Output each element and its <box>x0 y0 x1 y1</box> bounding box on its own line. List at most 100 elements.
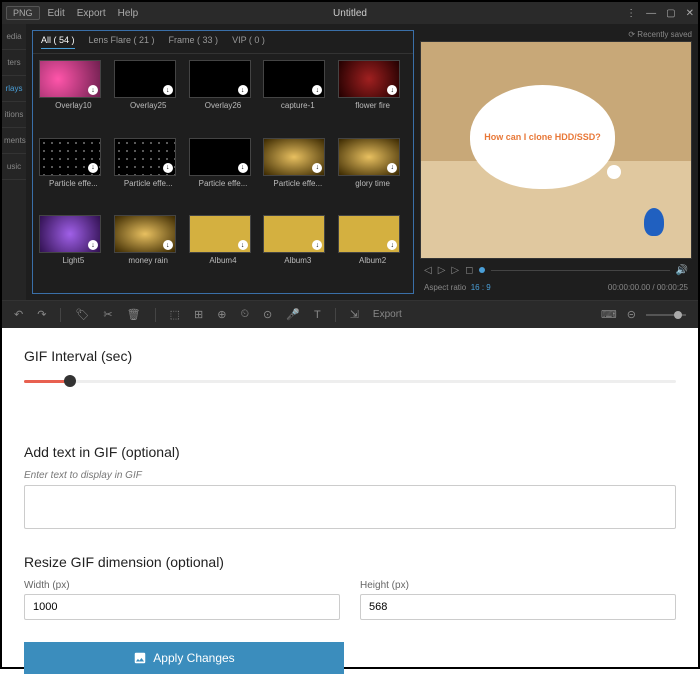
format-badge[interactable]: PNG <box>6 6 40 20</box>
playback-controls: ◁ ▷ ▷ ◻ 🔊 <box>420 259 692 281</box>
tool-icon[interactable]: ✂ <box>103 308 112 321</box>
asset-tab[interactable]: Lens Flare ( 21 ) <box>89 35 155 49</box>
thumb-image[interactable]: ↓ <box>39 215 101 253</box>
export-button[interactable]: Export <box>373 309 402 320</box>
prev-icon[interactable]: ◁ <box>424 265 432 276</box>
tool-icon[interactable]: ⊞ <box>194 308 203 321</box>
download-icon[interactable]: ↓ <box>312 85 322 95</box>
asset-thumb[interactable]: ↓Light5 <box>39 215 108 287</box>
thumb-image[interactable]: ↓ <box>263 60 325 98</box>
zoom-slider[interactable] <box>646 314 686 316</box>
download-icon[interactable]: ↓ <box>312 163 322 173</box>
playhead-dot[interactable] <box>479 267 485 273</box>
thumb-label: money rain <box>114 256 183 265</box>
asset-thumb[interactable]: ↓Album2 <box>338 215 407 287</box>
asset-thumb[interactable]: ↓Particle effe... <box>39 138 108 210</box>
asset-thumb[interactable]: ↓flower fire <box>338 60 407 132</box>
thumb-image[interactable]: ↓ <box>263 215 325 253</box>
tool-icon[interactable]: ⏲ <box>240 308 249 321</box>
thumb-image[interactable]: ↓ <box>114 215 176 253</box>
thumb-image[interactable]: ↓ <box>338 138 400 176</box>
tool-icon[interactable]: ⊝ <box>627 308 636 321</box>
volume-icon[interactable]: 🔊 <box>676 265 688 276</box>
sidebar-item-rlays[interactable]: rlays <box>2 76 26 102</box>
tool-icon[interactable]: ⬚ <box>170 308 180 321</box>
menu-help[interactable]: Help <box>118 8 139 19</box>
asset-tab[interactable]: Frame ( 33 ) <box>169 35 219 49</box>
add-text-hint: Enter text to display in GIF <box>24 470 676 481</box>
thumb-label: Overlay25 <box>114 101 183 110</box>
download-icon[interactable]: ↓ <box>88 240 98 250</box>
asset-thumb[interactable]: ↓Overlay10 <box>39 60 108 132</box>
sidebar-item-usic[interactable]: usic <box>2 154 26 180</box>
thumb-image[interactable]: ↓ <box>189 60 251 98</box>
tool-icon[interactable]: ⊕ <box>217 308 226 321</box>
sidebar-item-itions[interactable]: itions <box>2 102 26 128</box>
asset-tab[interactable]: VIP ( 0 ) <box>232 35 265 49</box>
thumb-image[interactable]: ↓ <box>114 138 176 176</box>
tool-icon[interactable]: T <box>314 309 321 321</box>
thumb-image[interactable]: ↓ <box>263 138 325 176</box>
width-input[interactable] <box>24 594 340 620</box>
tool-icon[interactable]: ⇲ <box>350 308 359 321</box>
apply-changes-button[interactable]: Apply Changes <box>24 642 344 674</box>
asset-thumb[interactable]: ↓glory time <box>338 138 407 210</box>
recently-saved-badge[interactable]: ⟳ Recently saved <box>628 30 692 39</box>
tool-icon[interactable]: ⊙ <box>263 308 272 321</box>
thumb-image[interactable]: ↓ <box>39 138 101 176</box>
preview-viewport[interactable]: How can I clone HDD/SSD? <box>420 41 692 259</box>
download-icon[interactable]: ↓ <box>387 85 397 95</box>
sidebar-item-ments[interactable]: ments <box>2 128 26 154</box>
tool-icon[interactable]: ⌨ <box>601 308 617 321</box>
download-icon[interactable]: ↓ <box>387 163 397 173</box>
asset-thumb[interactable]: ↓Overlay26 <box>189 60 258 132</box>
tool-icon[interactable]: ↷ <box>37 308 46 321</box>
download-icon[interactable]: ↓ <box>387 240 397 250</box>
asset-thumb[interactable]: ↓Particle effe... <box>189 138 258 210</box>
download-icon[interactable]: ↓ <box>163 163 173 173</box>
close-icon[interactable]: ✕ <box>686 8 694 19</box>
play-icon[interactable]: ▷ <box>438 265 446 276</box>
tool-icon[interactable]: ↶ <box>14 308 23 321</box>
tool-icon[interactable]: 🏷 <box>75 308 89 321</box>
asset-thumb[interactable]: ↓ Overlay25 <box>114 60 183 132</box>
asset-thumb[interactable]: ↓Album4 <box>189 215 258 287</box>
next-icon[interactable]: ▷ <box>451 265 459 276</box>
minimize-icon[interactable]: — <box>646 8 656 19</box>
asset-thumb[interactable]: ↓Album3 <box>263 215 332 287</box>
sidebar-item-ters[interactable]: ters <box>2 50 26 76</box>
menu-export[interactable]: Export <box>77 8 106 19</box>
asset-tab[interactable]: All ( 54 ) <box>41 35 75 49</box>
more-icon[interactable]: ⋮ <box>626 8 636 19</box>
thumb-image[interactable]: ↓ <box>39 60 101 98</box>
playhead-track[interactable] <box>491 270 669 271</box>
interval-thumb[interactable] <box>64 375 76 387</box>
asset-thumb[interactable]: ↓capture-1 <box>263 60 332 132</box>
tool-icon[interactable]: 🗑 <box>127 308 141 321</box>
asset-thumb[interactable]: ↓Particle effe... <box>263 138 332 210</box>
asset-thumb[interactable]: ↓Particle effe... <box>114 138 183 210</box>
stop-icon[interactable]: ◻ <box>465 265 473 276</box>
asset-thumb[interactable]: ↓ money rain <box>114 215 183 287</box>
download-icon[interactable]: ↓ <box>238 240 248 250</box>
download-icon[interactable]: ↓ <box>163 240 173 250</box>
thumb-image[interactable]: ↓ <box>114 60 176 98</box>
thumb-image[interactable]: ↓ <box>189 138 251 176</box>
interval-slider[interactable] <box>24 374 676 388</box>
download-icon[interactable]: ↓ <box>238 85 248 95</box>
gif-text-input[interactable] <box>24 485 676 529</box>
thumb-image[interactable]: ↓ <box>338 215 400 253</box>
thumb-image[interactable]: ↓ <box>338 60 400 98</box>
maximize-icon[interactable]: ▢ <box>666 8 675 19</box>
sidebar-item-edia[interactable]: edia <box>2 24 26 50</box>
menu-edit[interactable]: Edit <box>48 8 65 19</box>
download-icon[interactable]: ↓ <box>312 240 322 250</box>
tool-icon[interactable]: 🎤 <box>286 308 300 321</box>
download-icon[interactable]: ↓ <box>238 163 248 173</box>
download-icon[interactable]: ↓ <box>163 85 173 95</box>
height-input[interactable] <box>360 594 676 620</box>
download-icon[interactable]: ↓ <box>88 163 98 173</box>
download-icon[interactable]: ↓ <box>88 85 98 95</box>
thumb-image[interactable]: ↓ <box>189 215 251 253</box>
aspect-ratio-value[interactable]: 16 : 9 <box>471 283 491 292</box>
